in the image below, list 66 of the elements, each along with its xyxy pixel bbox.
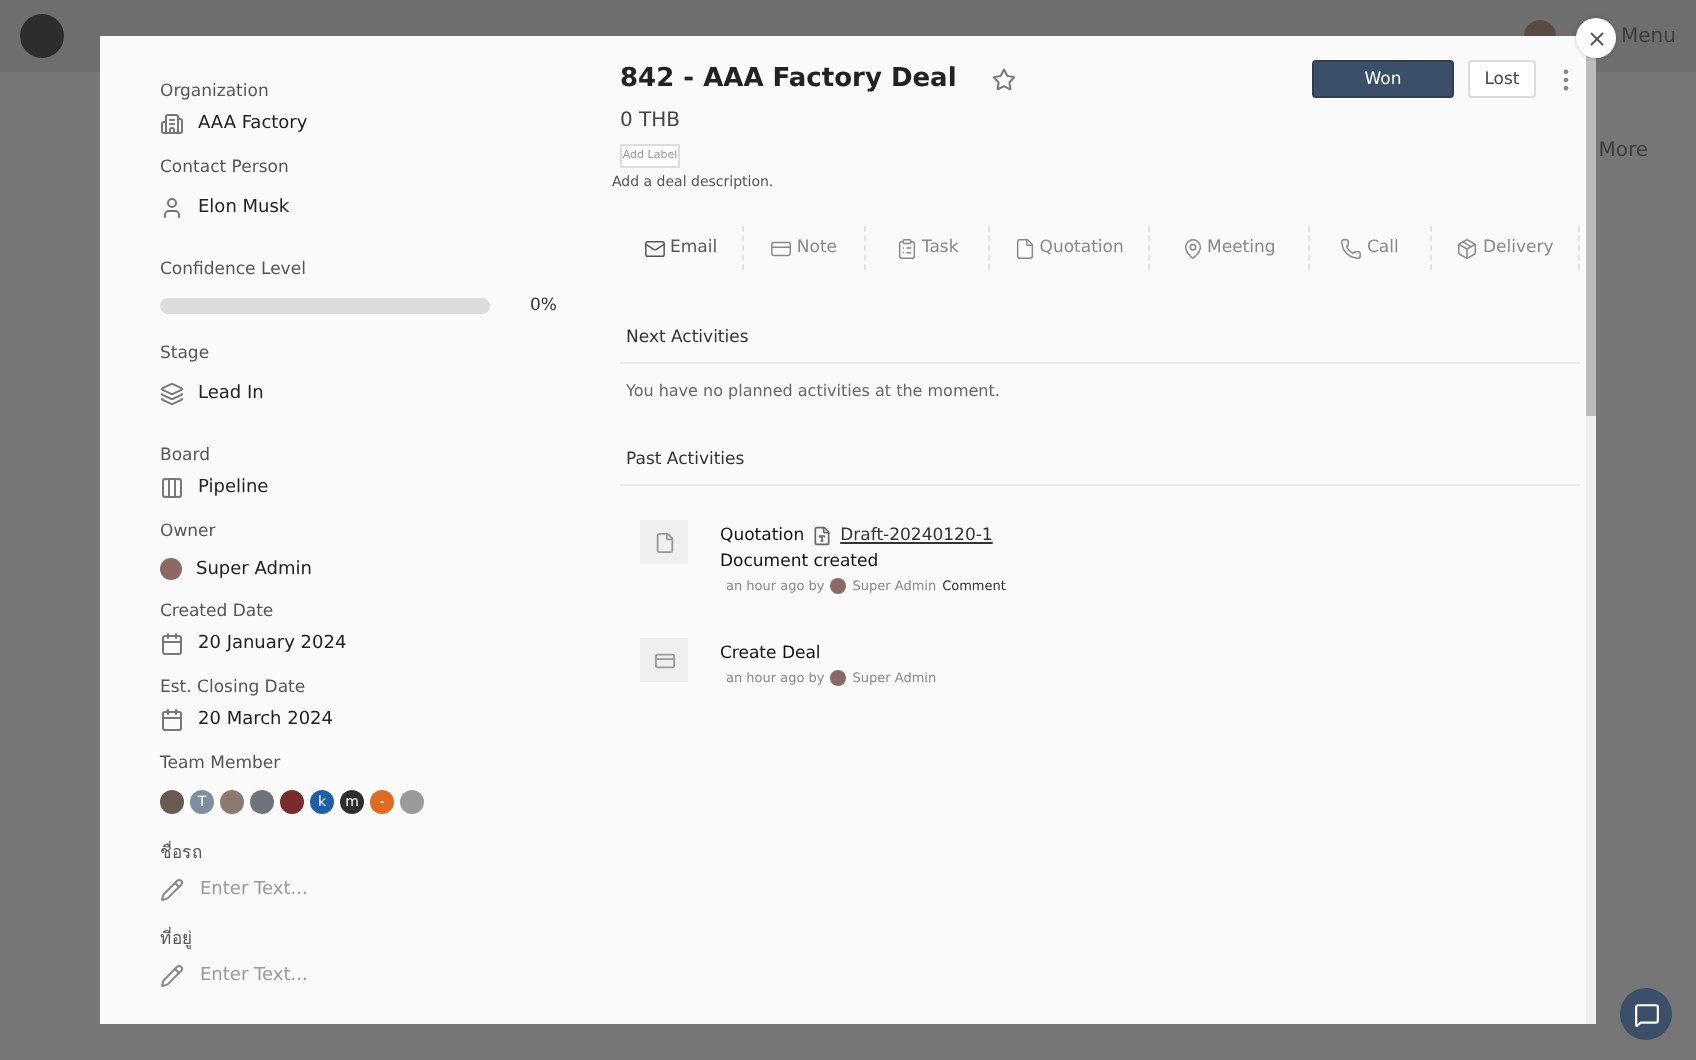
document-link[interactable]: Draft-20240120-1 xyxy=(840,526,993,546)
empty-message: You have no planned activities at the moment. xyxy=(626,382,1002,400)
field-label: ที่อยู่ xyxy=(160,924,194,952)
activity-title: Create Deal xyxy=(720,644,821,664)
layers-icon xyxy=(160,382,184,406)
confidence-reading: 0% xyxy=(530,296,557,316)
activity-tab[interactable]: Delivery xyxy=(1432,226,1580,270)
quotation-icon xyxy=(1013,237,1036,259)
avatar xyxy=(160,558,182,580)
file-glyph-icon xyxy=(653,531,675,553)
activity-tab[interactable]: Email xyxy=(620,226,744,270)
calendar-icon xyxy=(160,708,184,732)
field-value: 20 January 2024 xyxy=(198,634,347,654)
more-link[interactable]: More xyxy=(1598,140,1648,162)
chat-button[interactable] xyxy=(1620,988,1672,1040)
field-label: Organization xyxy=(160,82,271,102)
deal-amount: 0 THB xyxy=(620,110,683,132)
board-icon xyxy=(160,476,184,500)
field-label: Board xyxy=(160,446,212,466)
field-value: Elon Musk xyxy=(198,198,290,218)
text-field[interactable]: Enter Text... xyxy=(200,966,480,986)
lost-button[interactable]: Lost xyxy=(1468,60,1536,98)
field-label: ชื่อรถ xyxy=(160,838,204,866)
card-glyph-icon xyxy=(653,649,675,671)
calendar-icon xyxy=(160,632,184,656)
logo-icon xyxy=(20,14,64,58)
field-label: Team Member xyxy=(160,754,283,774)
call-icon xyxy=(1340,237,1363,259)
section-title: Next Activities xyxy=(620,328,1580,364)
activity-tab[interactable]: Note xyxy=(743,226,867,270)
person-icon xyxy=(160,196,184,220)
field-value: Lead In xyxy=(198,384,264,404)
field-value: Pipeline xyxy=(198,478,269,498)
pencil-icon xyxy=(160,964,184,988)
task-icon xyxy=(895,237,918,259)
avatar xyxy=(830,578,847,594)
avatar xyxy=(830,670,847,686)
activity-tab[interactable]: Quotation xyxy=(989,226,1150,270)
field-label: Est. Closing Date xyxy=(160,678,308,698)
deal-title: 842 - AAA Factory Deal xyxy=(620,64,957,94)
activity-tab[interactable]: Call xyxy=(1309,226,1433,270)
activity-tab[interactable]: Task xyxy=(866,226,990,270)
field-label: Owner xyxy=(160,522,218,542)
field-label: Contact Person xyxy=(160,158,291,178)
chat-icon xyxy=(1633,1001,1659,1027)
meeting-icon xyxy=(1181,237,1204,259)
activity-tab[interactable]: Meeting xyxy=(1149,226,1310,270)
activity-detail: Document created xyxy=(720,552,881,572)
building-icon xyxy=(160,112,184,136)
email-icon xyxy=(644,237,667,259)
section-title: Past Activities xyxy=(620,450,1580,486)
field-value: Super Admin xyxy=(196,559,312,579)
delivery-icon xyxy=(1456,237,1479,259)
field-value: AAA Factory xyxy=(198,114,308,134)
field-label: Created Date xyxy=(160,602,276,622)
pencil-icon xyxy=(160,878,184,902)
field-label: Confidence Level xyxy=(160,260,308,280)
text-field[interactable]: Enter Text... xyxy=(200,880,480,900)
note-icon xyxy=(770,237,793,259)
close-icon xyxy=(1585,27,1607,49)
field-value: 20 March 2024 xyxy=(198,710,334,730)
field-label: Stage xyxy=(160,344,212,364)
star-icon[interactable] xyxy=(992,67,1017,91)
file-icon xyxy=(812,526,833,546)
activity-title: Quotation xyxy=(720,526,805,546)
won-button[interactable]: Won xyxy=(1312,60,1454,98)
